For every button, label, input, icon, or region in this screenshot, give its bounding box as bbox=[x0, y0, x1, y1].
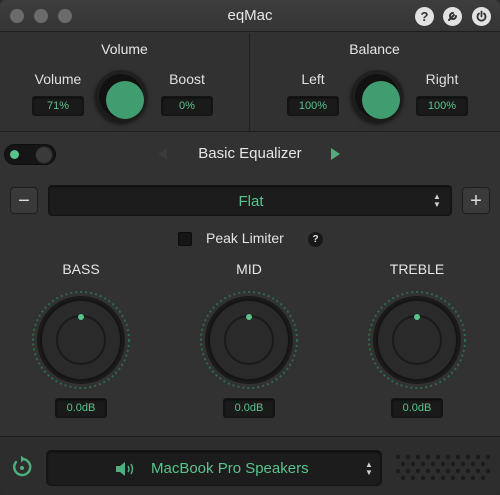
left-label: Left bbox=[301, 71, 325, 87]
right-label: Right bbox=[425, 71, 459, 87]
volume-panel: Volume Volume 71% Boost 0% bbox=[0, 33, 249, 132]
output-device-name: MacBook Pro Speakers bbox=[151, 460, 309, 477]
output-device-select[interactable]: MacBook Pro Speakers ▲ ▼ bbox=[46, 450, 382, 486]
left-value: 100% bbox=[287, 96, 339, 116]
treble-label: TREBLE bbox=[389, 261, 445, 277]
peak-limiter-help-icon[interactable]: ? bbox=[308, 232, 323, 247]
equalizer-title: Basic Equalizer bbox=[198, 145, 302, 162]
balance-panel-title: Balance bbox=[349, 41, 400, 57]
toggle-thumb bbox=[35, 146, 53, 164]
speaker-grille-icon bbox=[395, 454, 491, 481]
next-equalizer-arrow-icon[interactable] bbox=[331, 148, 340, 160]
volume-label: Volume bbox=[34, 71, 82, 87]
select-arrows-icon: ▲ ▼ bbox=[365, 460, 373, 477]
balance-knob[interactable] bbox=[351, 70, 403, 122]
bass-knob[interactable] bbox=[31, 290, 131, 390]
mid-knob[interactable] bbox=[199, 290, 299, 390]
preset-select[interactable]: Flat ▲ ▼ bbox=[48, 185, 452, 216]
add-preset-button[interactable]: + bbox=[462, 187, 490, 214]
eqmac-window: eqMac ? Volume Volume 71% Boost 0% Balan… bbox=[0, 0, 500, 495]
settings-icon[interactable] bbox=[443, 7, 462, 26]
treble-value: 0.0dB bbox=[391, 398, 443, 418]
bass-value: 0.0dB bbox=[55, 398, 107, 418]
mid-value: 0.0dB bbox=[223, 398, 275, 418]
treble-knob[interactable] bbox=[367, 290, 467, 390]
title-bar: eqMac ? bbox=[0, 0, 500, 32]
help-icon[interactable]: ? bbox=[415, 7, 434, 26]
bass-label: BASS bbox=[62, 261, 100, 277]
balance-panel: Balance Left 100% Right 100% bbox=[250, 33, 500, 132]
boost-label: Boost bbox=[169, 71, 205, 87]
power-icon[interactable] bbox=[472, 7, 491, 26]
equalizer-enable-toggle[interactable] bbox=[4, 144, 56, 165]
boost-value: 0% bbox=[161, 96, 213, 116]
remove-preset-button[interactable]: − bbox=[10, 187, 38, 214]
reset-icon[interactable] bbox=[10, 455, 34, 479]
preset-value: Flat bbox=[238, 193, 264, 210]
volume-value: 71% bbox=[32, 96, 84, 116]
speaker-icon bbox=[116, 462, 134, 476]
toggle-indicator bbox=[10, 150, 19, 159]
peak-limiter-checkbox[interactable] bbox=[178, 232, 192, 246]
volume-panel-title: Volume bbox=[101, 41, 148, 57]
peak-limiter-label: Peak Limiter bbox=[206, 230, 284, 246]
volume-knob[interactable] bbox=[95, 70, 147, 122]
select-arrows-icon: ▲ ▼ bbox=[433, 192, 441, 209]
right-value: 100% bbox=[416, 96, 468, 116]
mid-label: MID bbox=[236, 261, 262, 277]
